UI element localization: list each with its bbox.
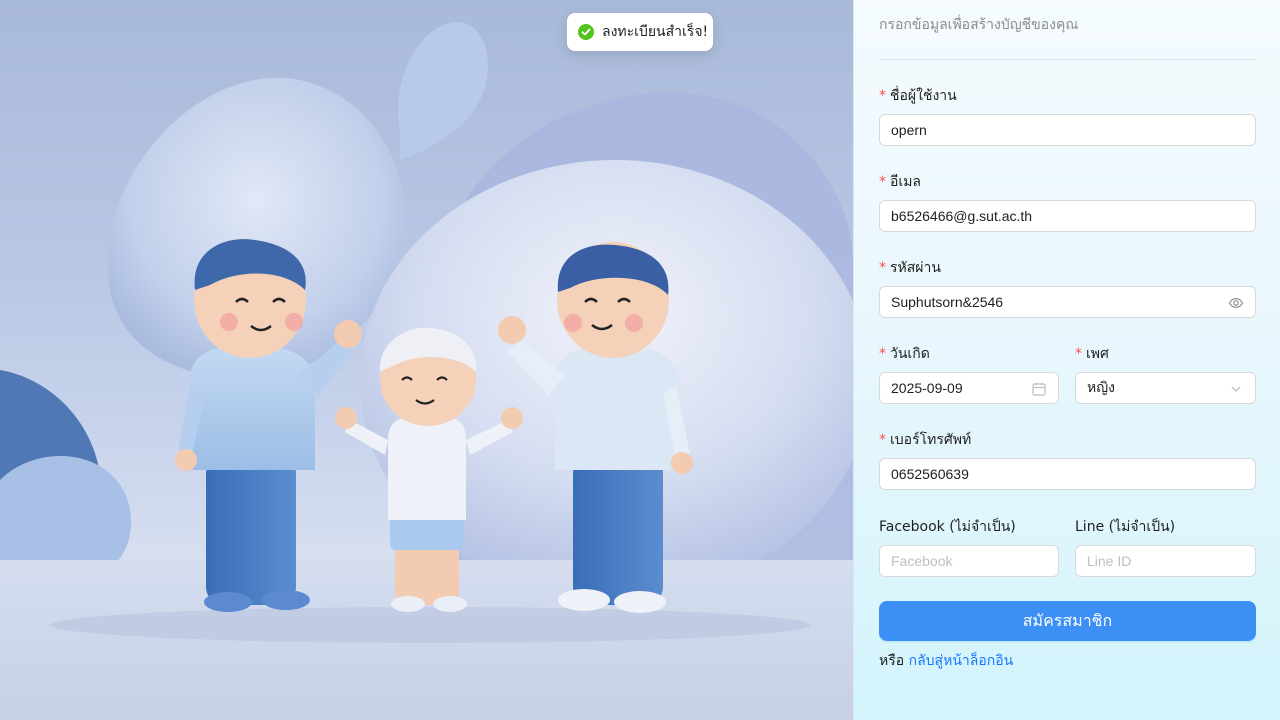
phone-label: * เบอร์โทรศัพท์ xyxy=(879,432,972,448)
register-panel: กรอกข้อมูลเพื่อสร้างบัญชีของคุณ * ชื่อผู้… xyxy=(853,0,1280,720)
facebook-input[interactable]: Facebook xyxy=(879,545,1059,577)
birthdate-label: * วันเกิด xyxy=(879,346,930,362)
email-input[interactable]: b6526466@g.sut.ac.th xyxy=(879,200,1256,232)
birthdate-picker[interactable]: 2025-09-09 xyxy=(879,372,1059,404)
facebook-label: Facebook (ไม่จำเป็น) xyxy=(879,519,1016,535)
calendar-icon xyxy=(1031,381,1047,397)
login-link[interactable]: กลับสู่หน้าล็อกอิน xyxy=(909,653,1014,669)
username-input[interactable]: opern xyxy=(879,114,1256,146)
register-button[interactable]: สมัครสมาชิก xyxy=(879,601,1256,641)
family-illustration xyxy=(0,22,853,720)
password-input[interactable]: Suphutsorn&2546 xyxy=(879,286,1256,318)
toast-message: ลงทะเบียนสำเร็จ! xyxy=(602,24,709,40)
gender-select[interactable]: หญิง xyxy=(1075,372,1256,404)
username-label: * ชื่อผู้ใช้งาน xyxy=(879,88,957,104)
chevron-down-icon xyxy=(1228,381,1244,397)
success-toast: ลงทะเบียนสำเร็จ! xyxy=(567,13,713,51)
line-input[interactable]: Line ID xyxy=(1075,545,1256,577)
eye-icon[interactable] xyxy=(1228,295,1244,311)
email-label: * อีเมล xyxy=(879,174,922,190)
phone-input[interactable]: 0652560639 xyxy=(879,458,1256,490)
check-circle-icon xyxy=(578,24,594,40)
gender-label: * เพศ xyxy=(1075,346,1109,362)
divider xyxy=(879,59,1256,60)
line-label: Line (ไม่จำเป็น) xyxy=(1075,519,1176,535)
back-to-login: หรือ กลับสู่หน้าล็อกอิน xyxy=(879,653,1014,669)
hero-illustration xyxy=(0,0,853,720)
password-label: * รหัสผ่าน xyxy=(879,260,941,276)
form-subtitle: กรอกข้อมูลเพื่อสร้างบัญชีของคุณ xyxy=(879,17,1079,33)
